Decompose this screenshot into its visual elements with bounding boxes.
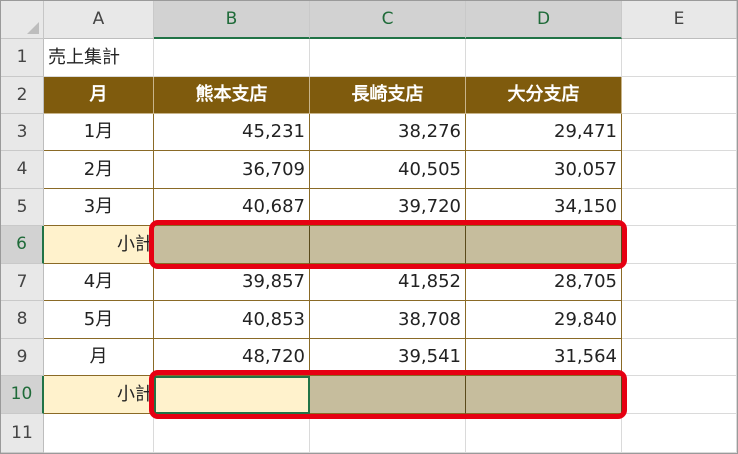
selected-cell[interactable] bbox=[310, 226, 466, 264]
cell-empty[interactable] bbox=[622, 339, 737, 376]
row-header-4[interactable]: 4 bbox=[1, 151, 44, 189]
cell-empty[interactable] bbox=[310, 414, 466, 453]
cell-empty[interactable] bbox=[622, 301, 737, 339]
cell-empty[interactable] bbox=[622, 77, 737, 114]
value-cell[interactable]: 30,057 bbox=[466, 151, 622, 189]
column-header-a[interactable]: A bbox=[44, 1, 154, 39]
month-cell[interactable]: 月 bbox=[44, 339, 154, 376]
cell-empty[interactable] bbox=[154, 39, 310, 77]
value-cell[interactable]: 40,687 bbox=[154, 189, 310, 226]
active-cell[interactable] bbox=[154, 376, 310, 414]
cell-empty[interactable] bbox=[622, 151, 737, 189]
value-cell[interactable]: 34,150 bbox=[466, 189, 622, 226]
selected-cell[interactable] bbox=[310, 376, 466, 414]
value-cell[interactable]: 36,709 bbox=[154, 151, 310, 189]
value-cell[interactable]: 38,708 bbox=[310, 301, 466, 339]
cell-empty[interactable] bbox=[310, 39, 466, 77]
month-cell[interactable]: 4月 bbox=[44, 264, 154, 301]
column-header-b[interactable]: B bbox=[154, 1, 310, 39]
month-cell[interactable]: 1月 bbox=[44, 114, 154, 151]
cell-empty[interactable] bbox=[622, 264, 737, 301]
value-cell[interactable]: 39,541 bbox=[310, 339, 466, 376]
table-header-month[interactable]: 月 bbox=[44, 77, 154, 114]
subtotal-label[interactable]: 小計 bbox=[44, 376, 154, 414]
row-header-9[interactable]: 9 bbox=[1, 339, 44, 376]
value-cell[interactable]: 41,852 bbox=[310, 264, 466, 301]
column-header-c[interactable]: C bbox=[310, 1, 466, 39]
value-cell[interactable]: 45,231 bbox=[154, 114, 310, 151]
month-cell[interactable]: 5月 bbox=[44, 301, 154, 339]
row-header-6[interactable]: 6 bbox=[1, 226, 44, 264]
month-cell[interactable]: 3月 bbox=[44, 189, 154, 226]
value-cell[interactable]: 39,857 bbox=[154, 264, 310, 301]
cell-empty[interactable] bbox=[154, 414, 310, 453]
spreadsheet-window: A B C D E 1 2 3 4 5 6 7 8 9 10 11 売上集計月熊本支店 長崎支店 大分支店 1月 45,… bbox=[0, 0, 738, 454]
selected-cell[interactable] bbox=[466, 226, 622, 264]
cell-empty[interactable] bbox=[622, 414, 737, 453]
column-header-e[interactable]: E bbox=[622, 1, 737, 39]
row-header-11[interactable]: 11 bbox=[1, 414, 44, 453]
cell-empty[interactable] bbox=[44, 414, 154, 453]
value-cell[interactable]: 39,720 bbox=[310, 189, 466, 226]
value-cell[interactable]: 40,505 bbox=[310, 151, 466, 189]
value-cell[interactable]: 38,276 bbox=[310, 114, 466, 151]
cell-empty[interactable] bbox=[622, 376, 737, 414]
value-cell[interactable]: 29,840 bbox=[466, 301, 622, 339]
select-all-button[interactable] bbox=[1, 1, 44, 39]
row-header-3[interactable]: 3 bbox=[1, 114, 44, 151]
table-header-branch[interactable]: 大分支店 bbox=[466, 77, 622, 114]
row-header-2[interactable]: 2 bbox=[1, 77, 44, 114]
cell-empty[interactable] bbox=[622, 39, 737, 77]
column-header-d[interactable]: D bbox=[466, 1, 622, 39]
cell-a1-title[interactable]: 売上集計 bbox=[44, 39, 154, 77]
row-header-1[interactable]: 1 bbox=[1, 39, 44, 77]
value-cell[interactable]: 29,471 bbox=[466, 114, 622, 151]
value-cell[interactable]: 31,564 bbox=[466, 339, 622, 376]
cell-empty[interactable] bbox=[622, 114, 737, 151]
row-header-7[interactable]: 7 bbox=[1, 264, 44, 301]
selected-cell[interactable] bbox=[154, 226, 310, 264]
table-header-branch[interactable]: 長崎支店 bbox=[310, 77, 466, 114]
value-cell[interactable]: 48,720 bbox=[154, 339, 310, 376]
row-header-8[interactable]: 8 bbox=[1, 301, 44, 339]
subtotal-label[interactable]: 小計 bbox=[44, 226, 154, 264]
value-cell[interactable]: 28,705 bbox=[466, 264, 622, 301]
table-header-branch[interactable]: 熊本支店 bbox=[154, 77, 310, 114]
select-all-triangle-icon bbox=[27, 22, 39, 34]
row-header-10[interactable]: 10 bbox=[1, 376, 44, 414]
spreadsheet-grid: A B C D E 1 2 3 4 5 6 7 8 9 10 11 売上集計月熊本支店 長崎支店 大分支店 1月 45,… bbox=[1, 1, 737, 453]
row-header-5[interactable]: 5 bbox=[1, 189, 44, 226]
cell-empty[interactable] bbox=[622, 226, 737, 264]
cell-empty[interactable] bbox=[466, 39, 622, 77]
month-cell[interactable]: 2月 bbox=[44, 151, 154, 189]
cell-empty[interactable] bbox=[466, 414, 622, 453]
selected-cell[interactable] bbox=[466, 376, 622, 414]
cell-empty[interactable] bbox=[622, 189, 737, 226]
value-cell[interactable]: 40,853 bbox=[154, 301, 310, 339]
